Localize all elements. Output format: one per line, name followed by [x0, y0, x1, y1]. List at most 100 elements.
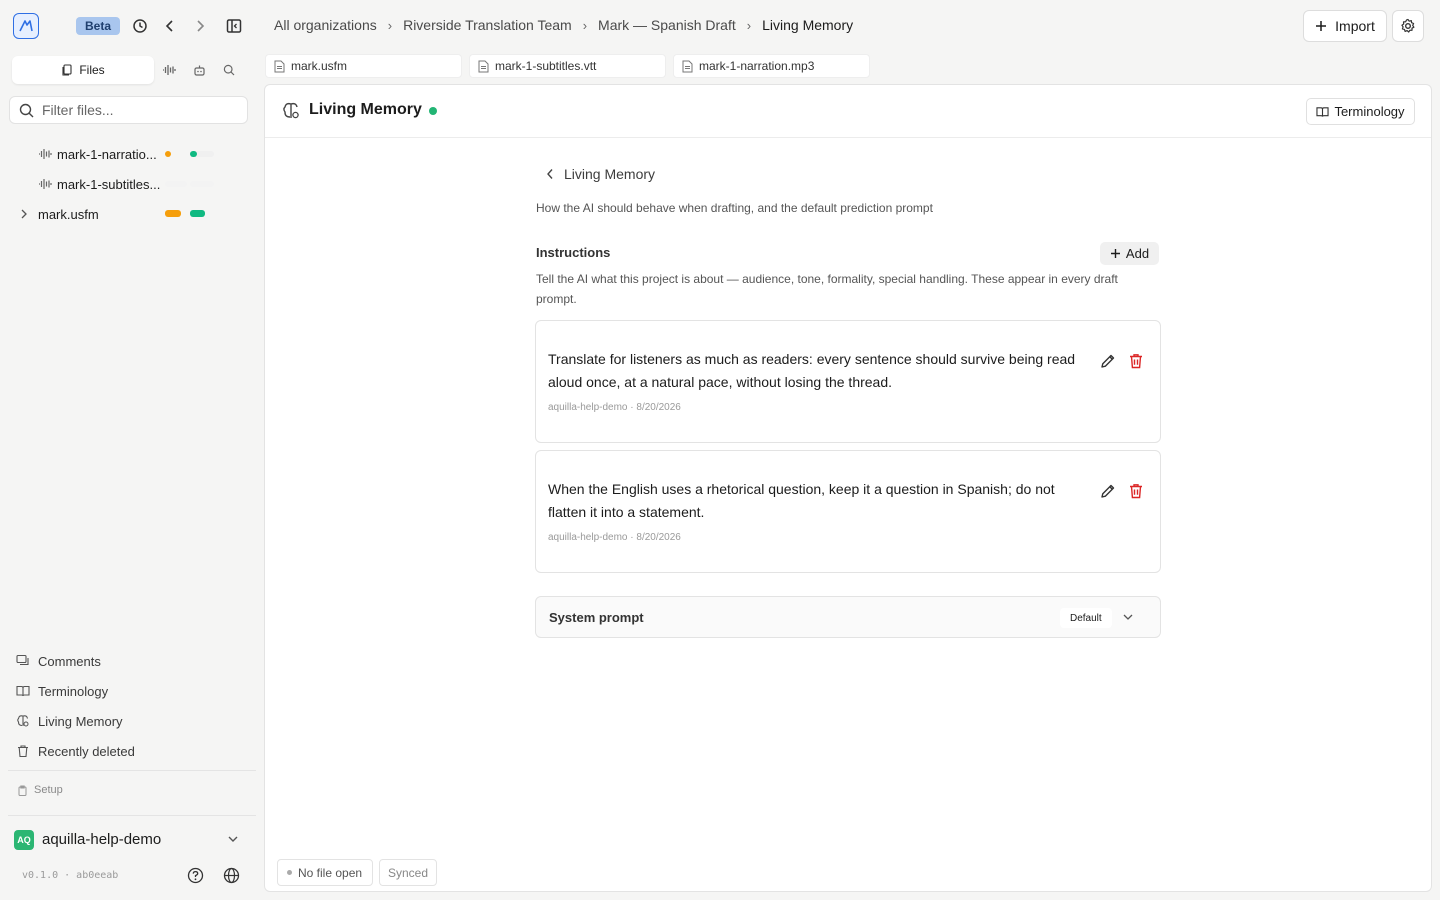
instruction-card: When the English uses a rhetorical quest… — [535, 450, 1161, 573]
sidebar-item-label: Living Memory — [38, 713, 123, 729]
file-name: mark-1-narratio... — [57, 146, 157, 162]
document-icon — [274, 60, 285, 72]
status-pill — [165, 151, 171, 157]
status-dot — [429, 107, 437, 115]
terminology-button-label: Terminology — [1334, 104, 1405, 119]
page-title: Living Memory — [309, 101, 422, 118]
chevron-left-icon — [547, 169, 553, 179]
book-icon — [1316, 106, 1330, 117]
breadcrumb-current: Living Memory — [762, 17, 854, 33]
sidebar-item-label: Terminology — [38, 683, 109, 699]
sidebar-tabs: Files — [12, 56, 248, 84]
system-prompt-select[interactable]: Default — [1060, 608, 1112, 628]
back-link[interactable]: Living Memory — [546, 166, 655, 182]
instruction-meta: aquilla-help-demo · 8/20/2026 — [548, 532, 681, 543]
section-title: Instructions — [536, 245, 611, 260]
file-tab[interactable]: mark-1-subtitles.vtt — [469, 54, 666, 78]
instruction-card: Translate for listeners as much as reade… — [535, 320, 1161, 443]
setup-label: Setup — [34, 784, 63, 796]
tab-bot[interactable] — [184, 56, 214, 84]
sidebar-item-recently-deleted[interactable]: Recently deleted — [16, 739, 216, 763]
clipboard-icon — [18, 785, 27, 796]
delete-icon[interactable] — [1127, 482, 1145, 500]
sidebar-item-living-memory[interactable]: Living Memory — [16, 709, 216, 733]
sidebar-item-label: Comments — [38, 653, 101, 669]
breadcrumb-item[interactable]: All organizations — [274, 17, 377, 33]
file-item[interactable]: mark-1-narratio... — [12, 141, 248, 167]
file-item[interactable]: mark-1-subtitles... — [12, 171, 248, 197]
sync-status: Synced — [379, 859, 437, 886]
file-status-label: No file open — [298, 865, 363, 880]
breadcrumb-separator: › — [582, 17, 588, 33]
forward-arrow-icon[interactable] — [189, 15, 211, 37]
app-logo[interactable] — [13, 13, 39, 39]
status-pill — [165, 210, 181, 217]
document-icon — [478, 60, 489, 72]
tab-audio[interactable] — [154, 56, 184, 84]
search-icon — [19, 103, 34, 117]
add-instruction-button[interactable]: Add — [1100, 242, 1159, 265]
avatar: AQ — [14, 830, 34, 850]
version-label: v0.1.0 · ab0eeab — [22, 870, 119, 881]
file-tab[interactable]: mark-1-narration.mp3 — [673, 54, 870, 78]
help-icon[interactable] — [187, 867, 204, 884]
file-tab[interactable]: mark.usfm — [265, 54, 462, 78]
filter-files-input[interactable] — [42, 102, 242, 118]
status-pill-track — [190, 181, 214, 187]
history-icon[interactable] — [129, 15, 151, 37]
file-item[interactable]: mark.usfm — [12, 201, 248, 227]
breadcrumb-separator: › — [387, 17, 393, 33]
page-description: How the AI should behave when drafting, … — [536, 201, 933, 215]
sidebar-item-label: Recently deleted — [38, 743, 135, 759]
waveform-icon — [163, 65, 176, 75]
sidebar-divider — [8, 770, 256, 771]
delete-icon[interactable] — [1127, 352, 1145, 370]
status-pill — [190, 151, 197, 157]
sidebar-item-setup[interactable]: Setup — [17, 784, 63, 796]
panel-header — [265, 85, 1431, 138]
waveform-icon — [39, 179, 52, 189]
sidebar-item-comments[interactable]: Comments — [16, 649, 216, 673]
bot-icon — [193, 65, 205, 76]
globe-icon[interactable] — [223, 867, 240, 884]
trash-icon — [18, 745, 28, 758]
breadcrumb-item[interactable]: Mark — Spanish Draft — [598, 17, 736, 33]
breadcrumb-item[interactable]: Riverside Translation Team — [403, 17, 572, 33]
waveform-icon — [39, 149, 52, 159]
logo-icon — [19, 20, 33, 32]
gear-icon — [1401, 18, 1415, 33]
file-tab-label: mark-1-subtitles.vtt — [495, 59, 597, 73]
tab-search[interactable] — [214, 56, 244, 84]
book-icon — [16, 685, 30, 697]
system-prompt-row[interactable]: System prompt Default — [535, 596, 1161, 638]
edit-icon[interactable] — [1099, 482, 1117, 500]
sidebar-divider — [8, 815, 256, 816]
instruction-meta: aquilla-help-demo · 8/20/2026 — [548, 402, 681, 413]
brain-icon — [281, 101, 301, 121]
status-pill — [190, 210, 205, 217]
toggle-sidebar-icon[interactable] — [223, 15, 245, 37]
chevron-down-icon[interactable] — [1122, 610, 1134, 624]
username[interactable]: aquilla-help-demo — [42, 831, 161, 848]
beta-badge: Beta — [76, 17, 120, 35]
breadcrumb: All organizations › Riverside Translatio… — [274, 17, 853, 33]
settings-button[interactable] — [1392, 10, 1424, 42]
breadcrumb-separator: › — [746, 17, 752, 33]
file-tab-label: mark-1-narration.mp3 — [699, 59, 815, 73]
edit-icon[interactable] — [1099, 352, 1117, 370]
status-pill-track — [165, 181, 187, 187]
document-icon — [682, 60, 693, 72]
chevron-down-icon[interactable] — [227, 834, 239, 844]
filter-files[interactable] — [9, 96, 248, 124]
tab-files[interactable]: Files — [12, 56, 154, 84]
back-arrow-icon[interactable] — [159, 15, 181, 37]
terminology-button[interactable]: Terminology — [1306, 98, 1415, 125]
sidebar-item-terminology[interactable]: Terminology — [16, 679, 216, 703]
plus-icon — [1110, 249, 1120, 258]
files-icon — [62, 64, 72, 76]
chevron-right-icon[interactable] — [20, 209, 28, 219]
file-name: mark.usfm — [38, 206, 99, 222]
file-name: mark-1-subtitles... — [57, 176, 161, 192]
system-prompt-label: System prompt — [549, 610, 644, 625]
import-button[interactable]: Import — [1303, 10, 1387, 42]
